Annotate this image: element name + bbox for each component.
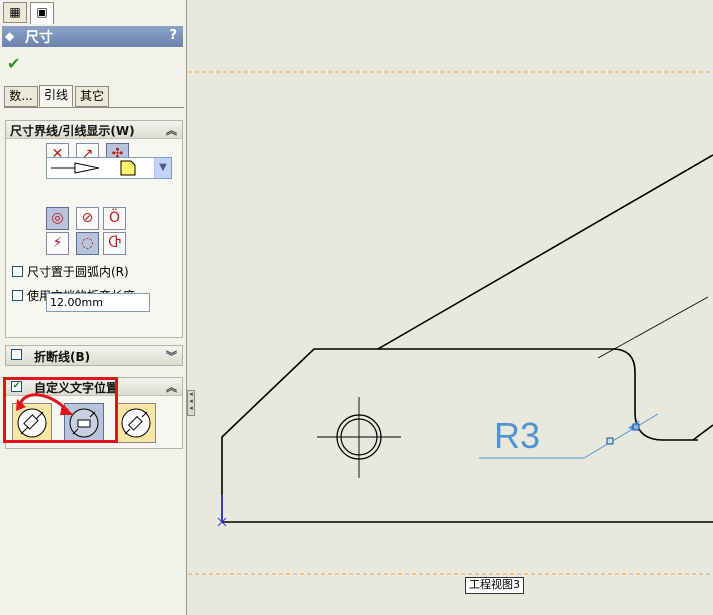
leader-display-header[interactable]: 尺寸界线/引线显示(W) ︽	[6, 121, 182, 139]
hole-feature	[317, 397, 401, 478]
diameter-icon: ⊘	[81, 210, 94, 226]
radius-dimension[interactable]: R3	[479, 413, 659, 459]
diameter-alt-icon: Ⴇ	[108, 235, 121, 251]
highlight-arrow-icon	[16, 393, 74, 415]
radius-button[interactable]: ◎	[46, 207, 69, 230]
drawing-canvas[interactable]: R3	[188, 0, 713, 615]
foreshortened-icon: ⚡	[52, 235, 63, 251]
property-manager-icon: ▣	[36, 5, 48, 19]
doc-bend-checkbox[interactable]	[12, 290, 23, 301]
tab-leaders[interactable]: 引线	[39, 85, 73, 107]
dimension-text[interactable]: R3	[494, 415, 540, 456]
subtab-divider	[4, 107, 184, 108]
arrow-handle[interactable]	[632, 423, 640, 431]
property-title-bar: ◆ 尺寸 ?	[2, 26, 183, 47]
linear-button[interactable]: Ö	[103, 207, 126, 230]
broken-leader-aligned-text-button[interactable]	[116, 403, 156, 443]
break-lines-header[interactable]: 折断线(B) ︾	[6, 346, 182, 365]
break-lines-title: 折断线(B)	[34, 350, 91, 364]
arrow-style-select[interactable]: ▼	[46, 157, 172, 179]
collapse-chevron-icon[interactable]: ︽	[166, 379, 177, 395]
leader-display-group: 尺寸界线/引线显示(W) ︽ ✕ ↗ ✣ ▼ ◎ ⊘ Ö ⚡ ◌ Ⴇ 尺寸置于圆…	[5, 120, 183, 338]
arrow-style-preview-icon	[51, 160, 136, 176]
break-lines-checkbox[interactable]	[11, 349, 22, 360]
collapse-chevron-icon[interactable]: ︽	[166, 122, 177, 138]
leader-display-title: 尺寸界线/引线显示(W)	[10, 124, 135, 138]
radius-selected-icon: ◌	[81, 235, 94, 251]
help-button[interactable]: ?	[169, 28, 177, 43]
panel-title: 尺寸	[25, 30, 53, 46]
break-lines-group: 折断线(B) ︾	[5, 345, 183, 366]
chevron-down-icon[interactable]: ▼	[154, 158, 171, 178]
foreshortened-button[interactable]: ⚡	[46, 232, 69, 255]
broken-leader-aligned-text-icon	[121, 408, 151, 438]
bend-length-input[interactable]	[46, 293, 150, 312]
view-label[interactable]: 工程视图3	[465, 577, 524, 594]
inside-arc-checkbox[interactable]	[12, 266, 23, 277]
radius-icon: ◎	[51, 210, 64, 226]
tab-other[interactable]: 其它	[75, 86, 109, 107]
dimension-icon: ◆	[5, 29, 15, 43]
tab-value[interactable]: 数...	[4, 86, 38, 107]
diameter-alt-button[interactable]: Ⴇ	[103, 232, 126, 255]
expand-chevron-icon[interactable]: ︾	[166, 348, 177, 364]
radius-selected-button[interactable]: ◌	[76, 232, 99, 255]
property-manager-tab[interactable]: ▣	[30, 2, 54, 24]
leader-handle[interactable]	[606, 437, 614, 445]
part-outline	[221, 154, 713, 523]
property-subtabs: 数... 引线 其它	[4, 85, 184, 108]
diameter-button[interactable]: ⊘	[76, 207, 99, 230]
ok-check-icon[interactable]: ✔	[7, 54, 20, 73]
property-manager-panel: ▦ ▣ ◆ 尺寸 ? ✔ 数... 引线 其它 尺寸界线/引线显示(W) ︽ ✕…	[0, 0, 187, 615]
linear-icon: Ö	[108, 210, 121, 226]
inside-arc-label: 尺寸置于圆弧内(R)	[27, 265, 129, 279]
feature-tree-icon: ▦	[9, 5, 21, 19]
centerline-sketch	[597, 296, 709, 359]
feature-tree-tab[interactable]: ▦	[3, 2, 27, 23]
